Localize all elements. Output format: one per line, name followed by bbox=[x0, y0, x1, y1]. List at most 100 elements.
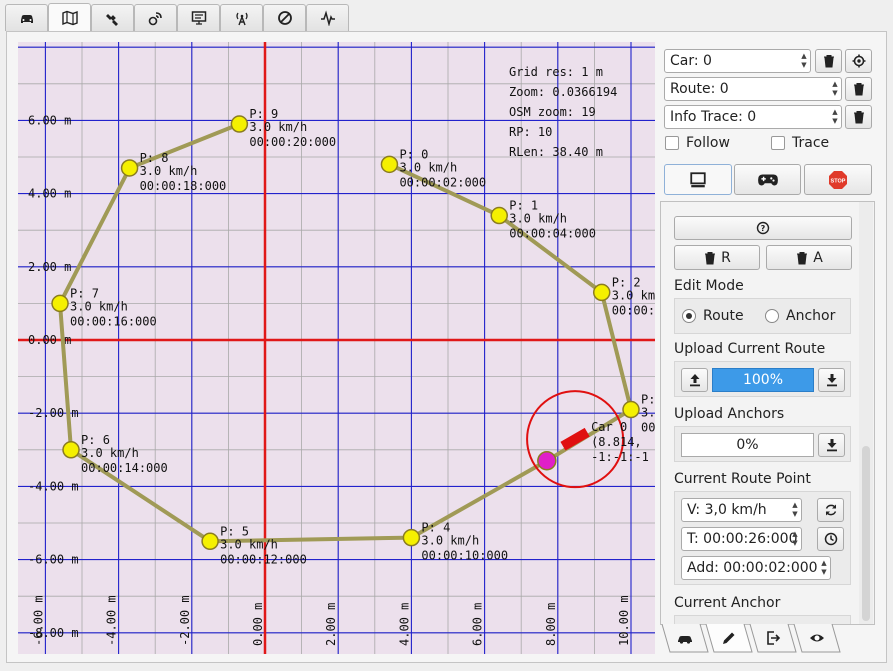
tab-antenna[interactable] bbox=[220, 4, 263, 31]
upload-route-progress: 100% bbox=[712, 368, 814, 392]
route-spinbox[interactable]: Route: 0 ▲ ▼ bbox=[664, 77, 842, 101]
tab-map[interactable] bbox=[48, 3, 91, 32]
mode-gamepad-button[interactable] bbox=[734, 164, 801, 195]
trace-checkbox[interactable]: Trace bbox=[771, 135, 829, 151]
bottom-tab-exit[interactable] bbox=[749, 624, 797, 652]
current-point-marker bbox=[537, 451, 557, 471]
radio-dot[interactable] bbox=[765, 309, 779, 323]
route-point-time: 00:00:08:000 bbox=[641, 421, 655, 435]
add-time-spinbox[interactable]: Add: 00:00:02:000 ▲ ▼ bbox=[681, 556, 831, 580]
route-point-time: 00:00:20:000 bbox=[249, 135, 336, 149]
time-value: T: 00:00:26:000 bbox=[687, 531, 798, 547]
edit-mode-anchor-radio[interactable]: Anchor bbox=[765, 308, 835, 324]
download-route-button[interactable] bbox=[818, 368, 845, 392]
route-point-speed: 3.0 km/h bbox=[641, 406, 655, 420]
current-point-title: Current Route Point bbox=[674, 471, 811, 487]
tab-satellite[interactable] bbox=[91, 4, 134, 31]
car-icon bbox=[678, 636, 692, 644]
locate-car-button[interactable] bbox=[845, 49, 872, 73]
trace-label: Trace bbox=[792, 135, 830, 151]
grid-res-text: Grid res: 1 m bbox=[509, 65, 603, 79]
download-anchors-button[interactable] bbox=[818, 433, 845, 457]
bottom-tab-view[interactable] bbox=[793, 624, 841, 652]
route-point-label: P: 0 bbox=[399, 147, 428, 161]
delete-car-button[interactable] bbox=[815, 49, 842, 73]
route-point-marker bbox=[490, 206, 508, 225]
spin-arrows-icon[interactable]: ▲ ▼ bbox=[829, 106, 841, 128]
spin-arrows-icon[interactable]: ▲ ▼ bbox=[818, 557, 830, 579]
route-point-speed: 3.0 km/h bbox=[399, 160, 457, 174]
delete-r-label: R bbox=[721, 249, 731, 266]
tab-monitor[interactable] bbox=[177, 4, 220, 31]
upload-anchors-title: Upload Anchors bbox=[674, 406, 785, 422]
route-point-speed: 3.0 km/h bbox=[249, 120, 307, 134]
stop-button[interactable]: STOP bbox=[804, 164, 872, 195]
mode-monitor-button[interactable] bbox=[664, 164, 732, 195]
route-point-speed: 3.0 km/h bbox=[81, 446, 139, 460]
route-point-time: 00:00:06:000 bbox=[612, 303, 655, 317]
delete-route-button[interactable] bbox=[845, 77, 872, 101]
tab-vehicle[interactable] bbox=[5, 4, 48, 31]
checkbox-box[interactable] bbox=[771, 136, 785, 150]
checkbox-box[interactable] bbox=[665, 136, 679, 150]
spin-arrows-icon[interactable]: ▲ ▼ bbox=[798, 50, 810, 72]
route-point-label: P: 9 bbox=[249, 107, 278, 121]
tab-waveform[interactable] bbox=[306, 4, 349, 31]
antenna-icon bbox=[235, 12, 248, 26]
edit-mode-title: Edit Mode bbox=[674, 278, 744, 294]
car-spinbox[interactable]: Car: 0 ▲ ▼ bbox=[664, 49, 811, 73]
route-edit-panel: ? R A Edit Mode Route Anchor Upload Curr… bbox=[660, 201, 875, 625]
stop-label: STOP bbox=[831, 178, 846, 184]
exit-icon bbox=[767, 631, 781, 645]
info-trace-spinbox[interactable]: Info Trace: 0 ▲ ▼ bbox=[664, 105, 842, 129]
apply-speed-button[interactable] bbox=[817, 498, 844, 522]
rlen-text: RLen: 38.40 m bbox=[509, 145, 603, 159]
map-view[interactable]: 6.00 m 4.00 m 2.00 m 0.00 m -2.00 m -4.00 m -6… bbox=[18, 42, 655, 654]
delete-a-label: A bbox=[813, 249, 823, 266]
help-button[interactable]: ? bbox=[674, 216, 852, 240]
route-point-marker bbox=[402, 528, 421, 547]
delete-route-points-button[interactable]: R bbox=[674, 245, 760, 270]
route-point-speed: 3.0 km/h bbox=[509, 212, 567, 226]
trash-icon bbox=[797, 251, 808, 264]
route-point-marker bbox=[622, 400, 640, 419]
route-point-label: P: 7 bbox=[70, 286, 99, 300]
scrollbar-thumb[interactable] bbox=[862, 446, 870, 621]
trash-icon bbox=[705, 251, 716, 264]
spin-arrows-icon[interactable]: ▲ ▼ bbox=[789, 528, 801, 550]
radio-dot[interactable] bbox=[682, 309, 696, 323]
follow-checkbox[interactable]: Follow bbox=[665, 135, 730, 151]
route-point-speed: 3.0 km/h bbox=[421, 534, 479, 548]
bottom-tab-car[interactable] bbox=[661, 624, 709, 652]
speed-spinbox[interactable]: V: 3,0 km/h ▲ ▼ bbox=[681, 498, 802, 522]
panel-scrollbar[interactable] bbox=[859, 202, 873, 624]
monitor-icon bbox=[191, 11, 206, 25]
route-point-time: 00:00:16:000 bbox=[70, 314, 157, 328]
spin-arrows-icon[interactable]: ▲ ▼ bbox=[829, 78, 841, 100]
download-icon bbox=[826, 439, 837, 452]
spin-arrows-icon[interactable]: ▲ ▼ bbox=[789, 499, 801, 521]
tab-signal[interactable] bbox=[134, 4, 177, 31]
delete-anchors-button[interactable]: A bbox=[766, 245, 852, 270]
route-point-marker bbox=[201, 532, 219, 551]
route-point-time: 00:00:14:000 bbox=[81, 461, 168, 475]
route-point-time: 00:00:12:000 bbox=[220, 552, 307, 566]
crosshair-icon bbox=[852, 54, 865, 68]
delete-trace-button[interactable] bbox=[845, 105, 872, 129]
no-entry-icon bbox=[277, 11, 292, 25]
car-icon bbox=[20, 15, 33, 23]
y-axis-label: 4.00 m bbox=[28, 187, 71, 201]
upload-route-button[interactable] bbox=[681, 368, 708, 392]
signal-icon bbox=[148, 12, 162, 26]
y-axis-label: -4.00 m bbox=[28, 479, 79, 493]
x-axis-label: 4.00 m bbox=[397, 603, 411, 646]
apply-time-button[interactable] bbox=[817, 527, 844, 551]
upload-anchors-group: 0% bbox=[674, 426, 851, 462]
bottom-tab-edit[interactable] bbox=[705, 624, 753, 652]
x-axis-label: 6.00 m bbox=[471, 603, 485, 646]
edit-mode-route-radio[interactable]: Route bbox=[682, 308, 744, 324]
current-point-group: V: 3,0 km/h ▲ ▼ T: 00:00:26:000 ▲ ▼ Add: 0… bbox=[674, 491, 851, 585]
time-spinbox[interactable]: T: 00:00:26:000 ▲ ▼ bbox=[681, 527, 802, 551]
trash-icon bbox=[823, 55, 834, 68]
tab-no-entry[interactable] bbox=[263, 4, 306, 31]
